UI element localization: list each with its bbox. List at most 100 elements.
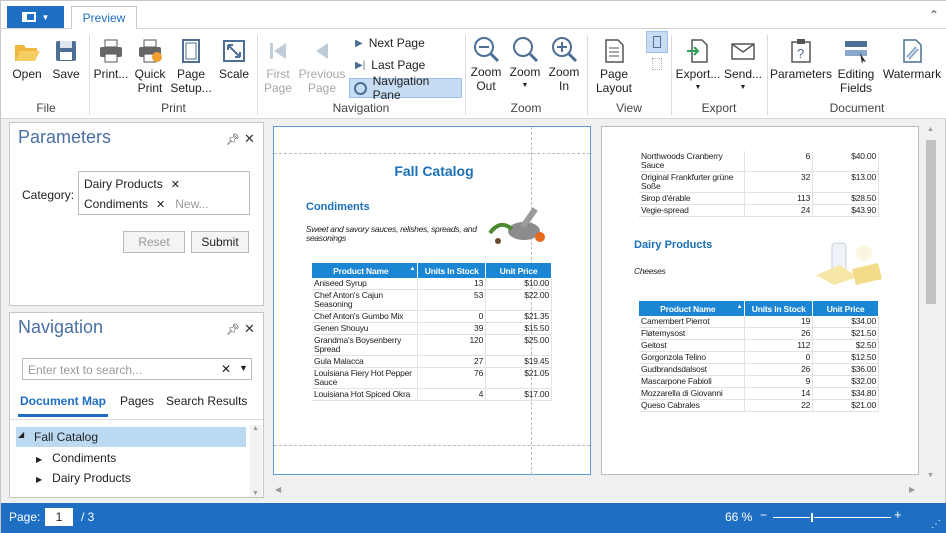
tree-item-condiments[interactable]: ▶ Condiments: [36, 451, 116, 469]
zoom-in-icon[interactable]: +: [894, 507, 902, 522]
tab-label: Pages: [120, 394, 155, 408]
next-page-icon: ▶: [355, 37, 363, 49]
remove-tag-icon[interactable]: ✕: [171, 178, 180, 191]
zoom-icon: [513, 37, 539, 63]
send-button[interactable]: Send... ▼: [723, 37, 763, 95]
separator: [89, 35, 90, 115]
navigation-search-input[interactable]: Enter text to search...: [28, 363, 142, 377]
page-setup-button[interactable]: Page Setup...: [169, 37, 213, 95]
multi-page-view-button[interactable]: [646, 31, 668, 53]
resize-grip-icon[interactable]: ⋰: [931, 519, 941, 530]
price-cell: $25.00: [485, 334, 552, 356]
application-menu-button[interactable]: ▼: [7, 6, 64, 28]
quick-print-button[interactable]: Quick Print: [131, 37, 169, 95]
group-export-label: Export: [701, 101, 737, 115]
page-layout-label: Page Layout: [595, 67, 633, 95]
product-name-cell: Aniseed Syrup: [312, 278, 419, 290]
expand-arrow-icon: ▶: [36, 455, 43, 464]
print-button[interactable]: Print...: [91, 37, 131, 81]
scroll-down-icon: ▼: [927, 472, 934, 479]
units-cell: 112: [744, 339, 814, 352]
zoom-out-icon[interactable]: −: [760, 508, 767, 522]
group-print-label: Print: [161, 101, 186, 115]
tab-document-map[interactable]: Document Map: [18, 393, 109, 417]
column-header-units[interactable]: Units In Stock: [744, 301, 814, 316]
report-title: Fall Catalog: [394, 163, 474, 179]
units-cell: 113: [744, 192, 814, 205]
column-header-price[interactable]: Unit Price: [485, 263, 552, 278]
scale-button[interactable]: Scale: [215, 37, 253, 81]
category-tag-editor[interactable]: Dairy Products ✕ Condiments ✕ New...: [78, 171, 250, 215]
page-layout-button[interactable]: Page Layout: [589, 37, 639, 95]
ribbon: Open Save File Print... Quick Print Page…: [1, 29, 946, 119]
watermark-icon: [903, 39, 922, 63]
tag-label: Condiments: [84, 197, 149, 211]
last-page-button[interactable]: ▶| Last Page: [351, 55, 429, 75]
parameters-button[interactable]: ? Parameters: [769, 37, 833, 81]
tree-scrollbar[interactable]: ▲ ▼: [250, 425, 262, 497]
pin-icon[interactable]: 📌︎: [226, 323, 240, 336]
collapse-ribbon-icon[interactable]: ⌃: [929, 8, 939, 22]
editing-fields-button[interactable]: Editing Fields: [833, 37, 879, 95]
zoom-out-button[interactable]: Zoom Out: [467, 35, 505, 93]
remove-tag-icon[interactable]: ✕: [156, 198, 165, 211]
table-row: Gula Malacca 27 $19.45: [312, 355, 552, 368]
next-page-button[interactable]: ▶ Next Page: [351, 33, 429, 53]
column-header-product-name[interactable]: Product Name ▲: [639, 301, 746, 316]
zoom-slider-track[interactable]: [773, 512, 891, 523]
close-icon[interactable]: ✕: [244, 131, 255, 147]
table-row: Gorgonzola Telino 0 $12.50: [639, 351, 879, 364]
price-cell: $36.00: [812, 363, 879, 376]
tree-item-dairy-products[interactable]: ▶ Dairy Products: [36, 471, 131, 489]
units-cell: 19: [744, 316, 814, 328]
zoom-button[interactable]: Zoom ▼: [506, 35, 544, 93]
zoom-out-label: Zoom Out: [470, 65, 502, 93]
ribbon-tab-row: ▼ Preview ⌃: [1, 1, 946, 30]
margin-line: [274, 445, 590, 446]
zoom-in-button[interactable]: Zoom In: [545, 35, 583, 93]
search-dropdown-icon[interactable]: ▼: [239, 363, 248, 373]
horizontal-scrollbar[interactable]: ◀ ▶: [273, 484, 921, 498]
column-header-units[interactable]: Units In Stock: [417, 263, 487, 278]
tab-search-results[interactable]: Search Results: [162, 393, 251, 417]
new-tag-input[interactable]: New...: [175, 195, 208, 213]
report-page-2[interactable]: Northwoods Cranberry Sauce 6 $40.00 Origina…: [601, 126, 919, 475]
export-button[interactable]: Export... ▼: [674, 37, 722, 95]
save-label: Save: [52, 67, 80, 81]
report-page-1[interactable]: Fall Catalog Condiments Sweet and savory…: [273, 126, 591, 475]
price-cell: $15.50: [485, 322, 552, 335]
save-icon: [56, 41, 76, 61]
watermark-button[interactable]: Watermark: [880, 37, 944, 81]
vertical-scrollbar[interactable]: ▲ ▼: [923, 126, 939, 488]
units-cell: 0: [744, 351, 814, 364]
reset-button[interactable]: Reset: [123, 231, 185, 253]
tab-preview[interactable]: Preview: [71, 6, 137, 30]
open-button[interactable]: Open: [7, 37, 47, 81]
column-header-product-name[interactable]: Product Name ▲: [312, 263, 419, 278]
tree-item-label: Dairy Products: [52, 471, 131, 485]
tag-condiments: Condiments ✕: [84, 195, 165, 213]
first-page-button[interactable]: First Page: [259, 37, 297, 95]
dropdown-arrow-icon: ▼: [694, 84, 702, 91]
page-number-input[interactable]: 1: [45, 508, 73, 526]
continuous-view-button[interactable]: [646, 55, 668, 75]
submit-button[interactable]: Submit: [191, 231, 249, 253]
vertical-scroll-thumb[interactable]: [926, 140, 936, 304]
pin-icon[interactable]: 📌︎: [226, 133, 240, 146]
product-name-cell: Gudbrandsdalsost: [639, 363, 746, 376]
header-label: Product Name: [333, 265, 389, 276]
clear-search-icon[interactable]: ✕: [221, 362, 231, 376]
zoom-slider-thumb[interactable]: [809, 512, 814, 523]
tab-label: Search Results: [166, 394, 248, 408]
app-menu-icon: [21, 12, 36, 22]
previous-page-button[interactable]: Previous Page: [297, 37, 347, 95]
navigation-pane-button[interactable]: Navigation Pane: [349, 74, 462, 102]
close-icon[interactable]: ✕: [244, 321, 255, 337]
page-setup-label: Page Setup...: [170, 67, 212, 95]
save-button[interactable]: Save: [47, 37, 85, 81]
tree-item-fall-catalog[interactable]: ◢ Fall Catalog: [16, 427, 246, 447]
navigation-search-box[interactable]: Enter text to search... ✕ ▼: [22, 358, 252, 380]
table-row: Mascarpone Fabioli 9 $32.00: [639, 375, 879, 388]
column-header-price[interactable]: Unit Price: [812, 301, 879, 316]
tab-pages[interactable]: Pages: [108, 393, 162, 417]
